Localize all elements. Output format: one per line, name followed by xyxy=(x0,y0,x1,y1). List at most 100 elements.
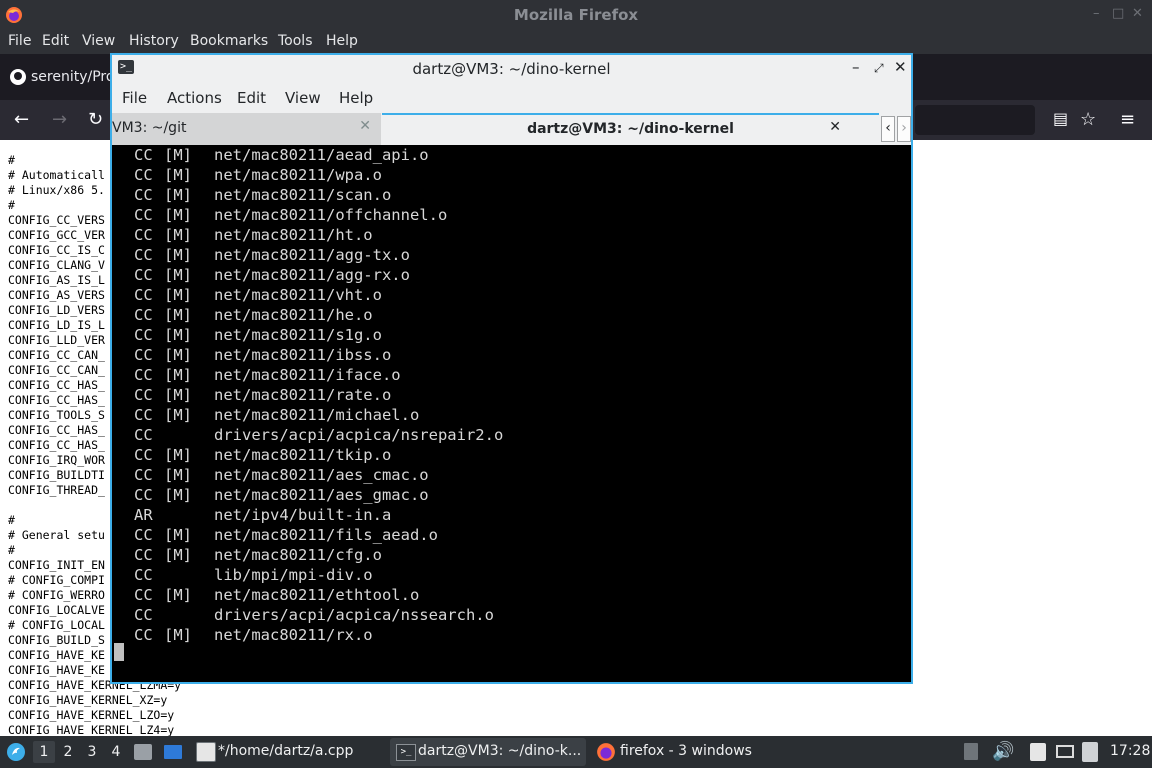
module-flag: [M] xyxy=(164,406,192,424)
module-flag: [M] xyxy=(164,326,192,344)
terminal-cursor xyxy=(114,643,124,661)
object-path: net/mac80211/tkip.o xyxy=(214,446,392,464)
menu-hamburger-icon[interactable]: ≡ xyxy=(1120,109,1135,130)
terminal-output[interactable]: CC [M] net/mac80211/aead_api.o CC [M] net/mac… xyxy=(112,145,911,682)
task-firefox[interactable]: firefox - 3 windows xyxy=(590,738,760,766)
notes-icon[interactable] xyxy=(1030,743,1046,761)
firefox-menubar: File Edit View History Bookmarks Tools H… xyxy=(0,30,1152,54)
terminal-menubar: File Actions Edit View Help xyxy=(112,83,911,113)
menu-bookmarks[interactable]: Bookmarks xyxy=(190,33,268,49)
terminal-close-icon[interactable]: ✕ xyxy=(894,58,907,76)
clipboard-icon[interactable] xyxy=(964,743,978,760)
module-flag: [M] xyxy=(164,626,192,644)
github-icon xyxy=(10,69,26,85)
task-label: dartz@VM3: ~/dino-k... xyxy=(418,743,582,759)
workspace-2[interactable]: 2 xyxy=(57,741,79,763)
menu-tools[interactable]: Tools xyxy=(278,33,313,49)
terminal-tab-dino-kernel[interactable]: dartz@VM3: ~/dino-kernel ✕ xyxy=(382,113,879,145)
terminal-menu-help[interactable]: Help xyxy=(339,89,373,107)
object-path: net/mac80211/offchannel.o xyxy=(214,206,448,224)
menu-history[interactable]: History xyxy=(129,33,179,49)
back-icon[interactable]: ← xyxy=(14,109,29,130)
terminal-menu-actions[interactable]: Actions xyxy=(167,89,222,107)
object-path: lib/mpi/mpi-div.o xyxy=(214,566,373,584)
workspace-1[interactable]: 1 xyxy=(33,741,55,763)
object-path: net/mac80211/fils_aead.o xyxy=(214,526,438,544)
menu-edit[interactable]: Edit xyxy=(42,33,69,49)
minimize-button[interactable]: – xyxy=(1093,6,1100,21)
module-flag: [M] xyxy=(164,206,192,224)
notifications-icon[interactable] xyxy=(1082,742,1098,762)
url-bar[interactable] xyxy=(915,105,1035,135)
object-path: net/mac80211/ht.o xyxy=(214,226,373,244)
module-flag: [M] xyxy=(164,266,192,284)
close-tab-icon[interactable]: ✕ xyxy=(829,119,841,135)
object-path: net/mac80211/agg-rx.o xyxy=(214,266,410,284)
module-flag: [M] xyxy=(164,486,192,504)
terminal-tabbar: VM3: ~/git ✕ dartz@VM3: ~/dino-kernel ✕ … xyxy=(112,113,911,145)
workspace-4[interactable]: 4 xyxy=(105,741,127,763)
reader-view-icon[interactable]: ▤ xyxy=(1053,109,1068,128)
reload-icon[interactable]: ↻ xyxy=(88,109,103,130)
terminal-menu-view[interactable]: View xyxy=(285,89,321,107)
scroll-tabs-right-icon[interactable]: › xyxy=(897,116,911,142)
firefox-titlebar: Mozilla Firefox – □ ✕ xyxy=(0,0,1152,30)
object-path: net/mac80211/he.o xyxy=(214,306,373,324)
forward-icon[interactable]: → xyxy=(52,109,67,130)
terminal-window: >_ dartz@VM3: ~/dino-kernel – ⤢ ✕ File A… xyxy=(110,53,913,684)
volume-icon[interactable]: 🔊 xyxy=(992,741,1014,762)
build-action: CC xyxy=(134,466,153,484)
terminal-icon: >_ xyxy=(396,744,416,761)
firefox-window-title: Mozilla Firefox xyxy=(513,6,639,24)
scroll-tabs-left-icon[interactable]: ‹ xyxy=(881,116,895,142)
module-flag: [M] xyxy=(164,226,192,244)
file-manager-icon[interactable] xyxy=(134,744,152,760)
close-tab-icon[interactable]: ✕ xyxy=(359,118,371,134)
object-path: net/mac80211/rx.o xyxy=(214,626,373,644)
menu-view[interactable]: View xyxy=(82,33,115,49)
menu-help[interactable]: Help xyxy=(326,33,358,49)
object-path: drivers/acpi/acpica/nssearch.o xyxy=(214,606,494,624)
module-flag: [M] xyxy=(164,446,192,464)
task-terminal[interactable]: >_ dartz@VM3: ~/dino-k... xyxy=(390,738,586,766)
terminal-menu-file[interactable]: File xyxy=(122,89,147,107)
task-label: */home/dartz/a.cpp xyxy=(218,743,354,759)
build-action: CC xyxy=(134,306,153,324)
bookmark-star-icon[interactable]: ☆ xyxy=(1080,109,1096,130)
build-action: CC xyxy=(134,486,153,504)
config-line: CONFIG_HAVE_KERNEL_LZO=y xyxy=(8,708,175,722)
build-action: CC xyxy=(134,246,153,264)
object-path: net/mac80211/iface.o xyxy=(214,366,401,384)
module-flag: [M] xyxy=(164,526,192,544)
terminal-maximize-icon[interactable]: ⤢ xyxy=(874,61,884,76)
terminal-menu-edit[interactable]: Edit xyxy=(237,89,266,107)
task-label: firefox - 3 windows xyxy=(620,743,752,759)
display-icon[interactable] xyxy=(1056,745,1074,758)
terminal-tab-label: dartz@VM3: ~/dino-kernel xyxy=(527,121,734,137)
clock[interactable]: 17:28 xyxy=(1110,743,1150,759)
object-path: net/mac80211/rate.o xyxy=(214,386,392,404)
object-path: net/mac80211/aes_gmac.o xyxy=(214,486,429,504)
object-path: net/mac80211/s1g.o xyxy=(214,326,382,344)
object-path: net/mac80211/aes_cmac.o xyxy=(214,466,429,484)
object-path: net/ipv4/built-in.a xyxy=(214,506,392,524)
firefox-icon xyxy=(597,743,615,761)
show-desktop-icon[interactable] xyxy=(164,745,182,759)
maximize-button[interactable]: □ xyxy=(1112,6,1124,21)
object-path: net/mac80211/ethtool.o xyxy=(214,586,420,604)
task-editor[interactable]: */home/dartz/a.cpp xyxy=(190,738,380,766)
application-launcher-icon[interactable] xyxy=(6,742,26,762)
build-action: CC xyxy=(134,226,153,244)
menu-file[interactable]: File xyxy=(8,33,31,49)
terminal-tab-git[interactable]: VM3: ~/git ✕ xyxy=(112,113,381,145)
module-flag: [M] xyxy=(164,146,192,164)
taskbar: 1 2 3 4 */home/dartz/a.cpp >_ dartz@VM3:… xyxy=(0,736,1152,768)
module-flag: [M] xyxy=(164,386,192,404)
build-action: AR xyxy=(134,506,153,524)
terminal-minimize-icon[interactable]: – xyxy=(852,58,860,76)
workspace-3[interactable]: 3 xyxy=(81,741,103,763)
close-button[interactable]: ✕ xyxy=(1132,6,1143,21)
text-editor-icon xyxy=(196,742,216,762)
module-flag: [M] xyxy=(164,546,192,564)
build-action: CC xyxy=(134,566,153,584)
